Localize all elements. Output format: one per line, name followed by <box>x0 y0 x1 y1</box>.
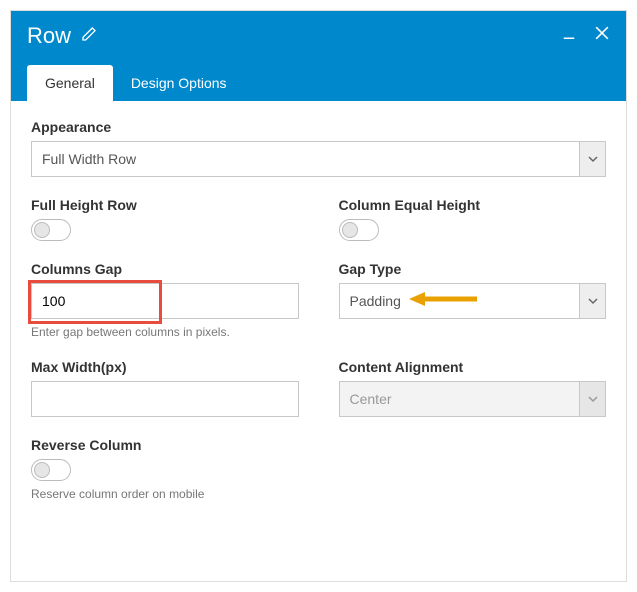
reverse-column-label: Reverse Column <box>31 437 606 453</box>
close-icon[interactable] <box>592 23 612 43</box>
panel-header: Row General Design Options <box>11 11 626 101</box>
gap-type-label: Gap Type <box>339 261 607 277</box>
appearance-select[interactable]: Full Width Row <box>31 141 606 177</box>
content-alignment-value: Center <box>340 382 580 416</box>
max-width-label: Max Width(px) <box>31 359 299 375</box>
columns-gap-field <box>31 283 299 319</box>
content-alignment-label: Content Alignment <box>339 359 607 375</box>
gap-type-select[interactable]: Padding <box>339 283 607 319</box>
tabs: General Design Options <box>27 65 610 101</box>
minimize-icon[interactable] <box>560 24 578 42</box>
highlight-annotation <box>30 282 160 322</box>
chevron-down-icon <box>579 142 605 176</box>
columns-gap-label: Columns Gap <box>31 261 299 277</box>
equal-height-toggle[interactable] <box>339 219 379 241</box>
reverse-column-toggle[interactable] <box>31 459 71 481</box>
columns-gap-helper: Enter gap between columns in pixels. <box>31 325 299 339</box>
pencil-icon[interactable] <box>81 26 97 47</box>
chevron-down-icon <box>579 284 605 318</box>
tab-design-options[interactable]: Design Options <box>113 65 245 101</box>
full-height-label: Full Height Row <box>31 197 299 213</box>
max-width-input[interactable] <box>32 382 298 416</box>
row-settings-panel: Row General Design Options Appearance Fu… <box>10 10 627 582</box>
full-height-toggle[interactable] <box>31 219 71 241</box>
tab-general[interactable]: General <box>27 65 113 101</box>
reverse-column-helper: Reserve column order on mobile <box>31 487 606 501</box>
chevron-down-icon <box>579 382 605 416</box>
gap-type-value: Padding <box>340 284 580 318</box>
panel-title: Row <box>27 23 71 49</box>
equal-height-label: Column Equal Height <box>339 197 607 213</box>
content-alignment-select[interactable]: Center <box>339 381 607 417</box>
appearance-label: Appearance <box>31 119 606 135</box>
appearance-value: Full Width Row <box>32 142 579 176</box>
panel-body: Appearance Full Width Row Full Height Ro… <box>11 101 626 581</box>
max-width-field <box>31 381 299 417</box>
